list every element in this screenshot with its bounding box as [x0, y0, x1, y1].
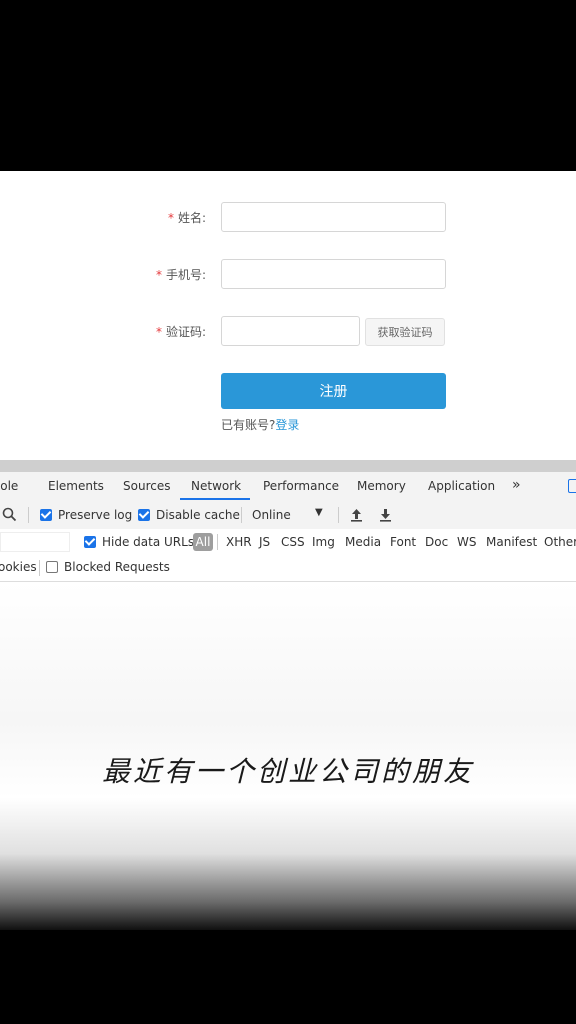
video-caption: 最近有一个创业公司的朋友: [101, 755, 474, 788]
toolbar-divider: [241, 507, 242, 523]
preserve-log-label: Preserve log: [58, 508, 133, 522]
filter-bar: Hide data URLs All XHR JS CSS Img Media …: [0, 529, 576, 555]
filter-type-other[interactable]: Other: [544, 535, 576, 549]
name-input[interactable]: [221, 202, 446, 232]
devtools-tabbar: sole Elements Sources Network Performanc…: [0, 472, 576, 502]
hide-data-urls-label: Hide data URLs: [102, 535, 195, 549]
tab-memory[interactable]: Memory: [357, 479, 406, 493]
filter-type-xhr[interactable]: XHR: [226, 535, 252, 549]
required-mark: *: [167, 211, 174, 225]
filter-type-font[interactable]: Font: [390, 535, 416, 549]
phone-input[interactable]: [221, 259, 446, 289]
throttle-select[interactable]: Online: [252, 508, 291, 522]
register-button[interactable]: 注册: [221, 373, 446, 409]
phone-label-text: 手机号:: [165, 268, 206, 282]
name-label-text: 姓名:: [177, 211, 206, 225]
preserve-log-checkbox[interactable]: [40, 509, 52, 521]
cookie-filter-bar: ookies Blocked Requests: [0, 555, 576, 582]
filter-type-img[interactable]: Img: [312, 535, 335, 549]
tab-elements[interactable]: Elements: [48, 479, 104, 493]
filter-type-ws[interactable]: WS: [457, 535, 476, 549]
search-icon[interactable]: [2, 507, 17, 522]
filter-type-media[interactable]: Media: [345, 535, 381, 549]
login-link[interactable]: 登录: [275, 418, 299, 432]
top-letterbox: [0, 0, 576, 171]
filter-type-css[interactable]: CSS: [281, 535, 305, 549]
chevron-down-icon[interactable]: ▼: [315, 507, 323, 518]
phone-label: * 手机号:: [156, 266, 206, 283]
filter-input[interactable]: [0, 532, 70, 552]
filter-type-doc[interactable]: Doc: [425, 535, 448, 549]
name-label: * 姓名:: [168, 209, 206, 226]
filter-type-manifest[interactable]: Manifest: [486, 535, 537, 549]
tab-sources[interactable]: Sources: [123, 479, 170, 493]
toolbar-divider: [28, 507, 29, 523]
required-mark: *: [155, 325, 162, 339]
get-code-button[interactable]: 获取验证码: [365, 318, 445, 346]
blocked-requests-checkbox[interactable]: [46, 561, 58, 573]
have-account-text: 已有账号?: [221, 418, 276, 432]
settings-icon[interactable]: [568, 479, 576, 493]
hide-data-urls-checkbox[interactable]: [84, 536, 96, 548]
code-input[interactable]: [221, 316, 360, 346]
bottom-letterbox: [0, 930, 576, 1024]
video-frame: *姓名: *手机号: *验证码: 获取验证码 注册 已有账号?登录 sole E…: [0, 0, 576, 1024]
toolbar-divider: [338, 507, 339, 523]
code-label-text: 验证码:: [165, 325, 206, 339]
filter-type-all[interactable]: All: [193, 533, 213, 551]
more-tabs-icon[interactable]: »: [512, 477, 521, 493]
disable-cache-checkbox[interactable]: [138, 509, 150, 521]
filter-divider: [217, 534, 218, 550]
blocked-cookies-label[interactable]: ookies: [0, 560, 37, 574]
import-har-icon[interactable]: [350, 508, 363, 522]
tab-network[interactable]: Network: [191, 479, 241, 493]
tab-application[interactable]: Application: [428, 479, 495, 493]
active-tab-indicator: [180, 498, 250, 500]
filter-type-js[interactable]: JS: [259, 535, 270, 549]
devtools-panel: sole Elements Sources Network Performanc…: [0, 472, 576, 582]
devtools-resize-bar[interactable]: [0, 460, 576, 472]
register-form: * 姓名: * 手机号: * 验证码: 获取验证码 注册 已有账号?登录: [0, 171, 576, 460]
tab-console[interactable]: sole: [0, 479, 18, 493]
video-lower-area: 最近有一个创业公司的朋友: [0, 582, 576, 930]
filter-divider: [39, 560, 40, 576]
login-row: 已有账号?登录: [221, 416, 299, 433]
blocked-requests-label: Blocked Requests: [64, 560, 170, 574]
code-label: * 验证码:: [156, 323, 206, 340]
tab-performance[interactable]: Performance: [263, 479, 339, 493]
export-har-icon[interactable]: [379, 508, 392, 522]
required-mark: *: [155, 268, 162, 282]
disable-cache-label: Disable cache: [156, 508, 240, 522]
network-toolbar: Preserve log Disable cache Online ▼: [0, 501, 576, 530]
